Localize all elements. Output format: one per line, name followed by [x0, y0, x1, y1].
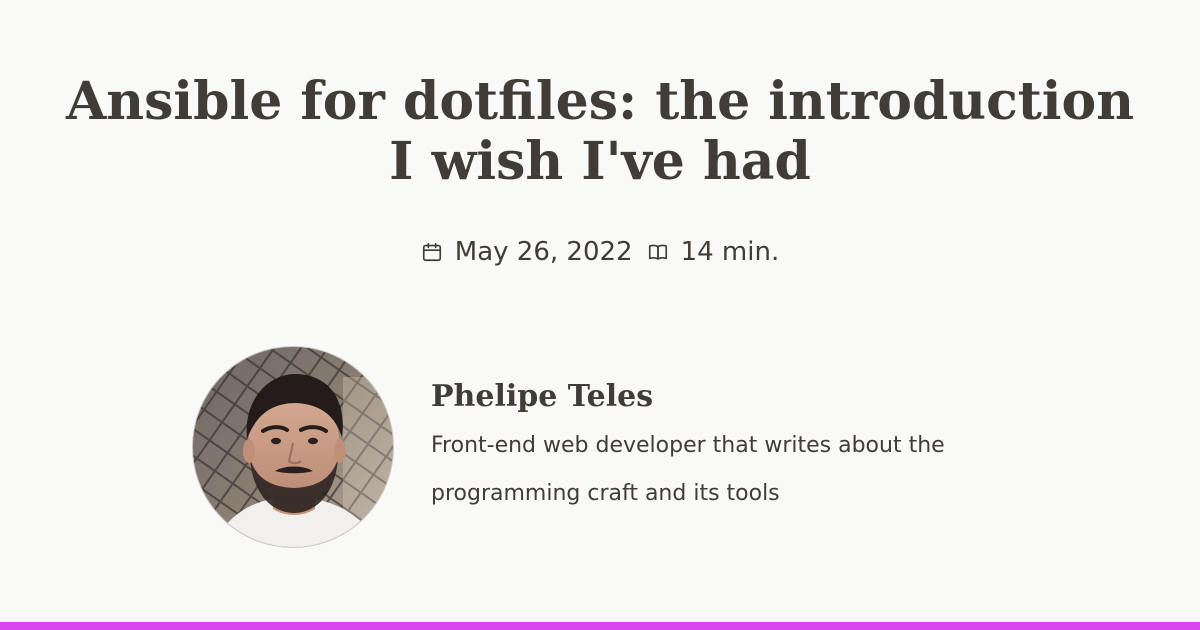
- author-name: Phelipe Teles: [431, 379, 654, 414]
- author-avatar: [192, 346, 394, 548]
- book-open-icon: [647, 241, 669, 263]
- social-card: Ansible for dotfiles: the introduction I…: [0, 0, 1200, 630]
- author-bio: Front-end web developer that writes abou…: [431, 433, 945, 506]
- reading-time-text: 14 min.: [680, 237, 780, 267]
- post-date: May 26, 2022: [421, 237, 633, 267]
- post-meta: May 26, 2022 14 min.: [0, 232, 1200, 272]
- post-date-text: May 26, 2022: [454, 237, 633, 267]
- reading-time: 14 min.: [647, 237, 780, 267]
- accent-bar: [0, 622, 1200, 630]
- author-section: Phelipe Teles Front-end web developer th…: [192, 346, 1012, 548]
- post-title: Ansible for dotfiles: the introduction I…: [65, 71, 1135, 192]
- calendar-icon: [421, 241, 443, 263]
